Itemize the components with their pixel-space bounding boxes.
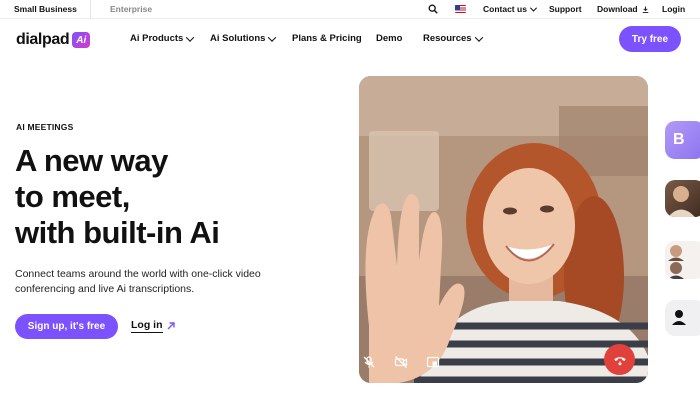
download-link[interactable]: Download (597, 4, 649, 14)
hero-subtext: Connect teams around the world with one-… (15, 268, 261, 295)
support-link[interactable]: Support (549, 4, 582, 14)
try-free-button[interactable]: Try free (619, 26, 681, 52)
participant-photo-icon (668, 245, 684, 279)
headline-line-1: A new way (15, 143, 168, 178)
mic-off-icon[interactable] (362, 355, 376, 369)
login-link[interactable]: Log in (131, 319, 175, 333)
nav-item-label: Plans & Pricing (292, 33, 362, 44)
chevron-down-icon (186, 32, 195, 42)
participant-initial: B (673, 131, 685, 148)
participant-tile-2 (665, 180, 700, 217)
participant-tile-1: B (665, 121, 700, 159)
search-icon[interactable] (428, 4, 438, 14)
chevron-down-icon (474, 32, 483, 42)
person-icon (672, 310, 686, 325)
hang-up-icon (613, 356, 626, 366)
nav-item-label: Demo (376, 33, 403, 44)
chevron-down-icon (268, 32, 277, 42)
main-nav: dialpad Ai Ai Products Ai Solutions Plan… (0, 20, 700, 60)
hang-up-button[interactable] (604, 344, 635, 375)
video-call-preview (359, 76, 648, 383)
participant-tile-3 (665, 241, 700, 279)
segment-enterprise[interactable]: Enterprise (110, 4, 152, 14)
utility-bar: Small Business Enterprise Contact us Sup… (0, 0, 700, 19)
hero-headline: A new way to meet, with built-in Ai (15, 143, 335, 251)
hero-eyebrow: AI MEETINGS (16, 122, 74, 132)
nav-resources[interactable]: Resources (423, 32, 483, 44)
nav-item-label: Resources (423, 33, 472, 44)
headline-line-3: with built-in Ai (15, 215, 220, 250)
participant-photo-icon (668, 186, 695, 217)
segment-small-business[interactable]: Small Business (14, 4, 77, 14)
picture-in-picture-icon[interactable] (426, 355, 440, 369)
video-person-image (359, 76, 648, 383)
contact-us-label: Contact us (483, 4, 527, 14)
chevron-down-icon (529, 4, 537, 12)
signup-button[interactable]: Sign up, it's free (15, 314, 118, 339)
logo-wordmark: dialpad (16, 31, 70, 48)
participant-tile-4 (665, 300, 700, 336)
nav-item-label: Ai Products (130, 33, 184, 44)
logo-ai-badge: Ai (72, 32, 91, 48)
camera-off-icon[interactable] (394, 355, 408, 369)
segment-divider (90, 0, 91, 19)
nav-ai-products[interactable]: Ai Products (130, 32, 195, 44)
contact-us-menu[interactable]: Contact us (483, 4, 537, 14)
arrow-up-right-icon (167, 322, 175, 330)
login-link-top[interactable]: Login (662, 4, 685, 14)
us-flag-icon[interactable] (455, 5, 466, 13)
nav-item-label: Ai Solutions (210, 33, 266, 44)
nav-ai-solutions[interactable]: Ai Solutions (210, 32, 277, 44)
dialpad-logo[interactable]: dialpad Ai (16, 30, 91, 50)
headline-line-2: to meet, (15, 179, 130, 214)
nav-demo[interactable]: Demo (376, 33, 402, 44)
nav-plans-pricing[interactable]: Plans & Pricing (292, 33, 362, 44)
download-icon (642, 5, 648, 13)
login-link-label: Log in (131, 319, 163, 333)
download-label: Download (597, 4, 638, 14)
